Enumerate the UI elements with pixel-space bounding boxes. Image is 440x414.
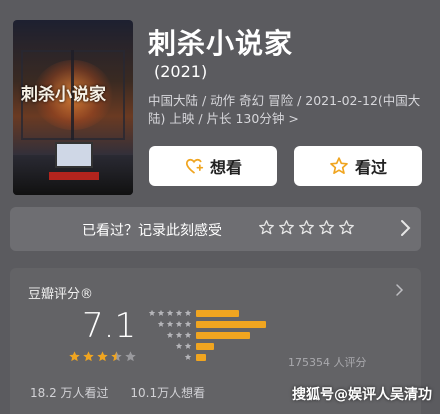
mini-star-icon [184, 342, 192, 349]
chevron-right-icon[interactable] [395, 283, 405, 297]
mini-star-icon [166, 331, 174, 338]
rating-footer: 18.2 万人看过 10.1万人想看 [30, 384, 223, 401]
distribution-bar [196, 354, 206, 361]
distribution-stars [165, 331, 192, 340]
rating-card-label: 豆瓣评分® [28, 287, 94, 302]
heart-plus-icon [185, 158, 204, 174]
watched-count[interactable]: 18.2 万人看过 [30, 386, 109, 400]
distribution-stars [174, 342, 192, 351]
distribution-row [142, 330, 342, 340]
star-outline-icon[interactable] [298, 219, 315, 236]
star-outline-icon[interactable] [258, 219, 275, 236]
distribution-row [142, 319, 342, 329]
mini-star-icon [184, 353, 192, 360]
poster-monitor [55, 142, 93, 168]
poster-red-tag [49, 172, 99, 180]
rate-prompt-label: 已看过？记录此刻感受 [82, 223, 222, 239]
distribution-stars [183, 353, 192, 362]
mini-star-icon [184, 309, 192, 316]
mini-star-icon [184, 331, 192, 338]
mini-star-icon [148, 309, 156, 316]
want-count[interactable]: 10.1万人想看 [130, 386, 205, 400]
poster-title: 刺杀小说家 [21, 85, 106, 105]
want-to-watch-button[interactable]: 想看 [149, 146, 277, 186]
star-filled-icon [69, 351, 80, 362]
movie-poster[interactable]: 刺杀小说家 [13, 20, 133, 195]
star-half-icon [111, 351, 122, 362]
rate-prompt-bar[interactable]: 已看过？记录此刻感受 [10, 207, 421, 251]
mini-star-icon [175, 331, 183, 338]
mini-star-icon [175, 320, 183, 327]
mini-star-icon [175, 309, 183, 316]
chevron-right-icon[interactable] [398, 218, 412, 238]
mini-star-icon [166, 320, 174, 327]
star-outline-icon[interactable] [318, 219, 335, 236]
watermark: 搜狐号@娱评人吴清功 [292, 387, 432, 403]
mini-star-icon [184, 320, 192, 327]
mini-star-icon [175, 342, 183, 349]
distribution-bar [196, 343, 214, 350]
star-outline-icon [330, 157, 348, 174]
distribution-stars [147, 309, 192, 318]
star-outline-icon[interactable] [338, 219, 355, 236]
distribution-bar [196, 310, 239, 317]
distribution-row [142, 308, 342, 318]
want-to-watch-label: 想看 [209, 158, 242, 177]
rate-stars[interactable] [258, 219, 355, 236]
watched-button[interactable]: 看过 [294, 146, 422, 186]
rating-score: 7.1 [82, 306, 137, 346]
movie-year: (2021) [154, 62, 208, 81]
distribution-row [142, 341, 342, 351]
movie-meta[interactable]: 中国大陆 / 动作 奇幻 冒险 / 2021-02-12(中国大陆) 上映 / … [148, 92, 430, 128]
movie-header: 刺杀小说家 刺杀小说家 (2021) 中国大陆 / 动作 奇幻 冒险 / 202… [0, 0, 440, 200]
mini-star-icon [157, 320, 165, 327]
rating-votes[interactable]: 175354 人评分 [288, 354, 367, 370]
distribution-bar [196, 332, 250, 339]
star-filled-icon [83, 351, 94, 362]
mini-star-icon [157, 309, 165, 316]
distribution-stars [156, 320, 192, 329]
mini-star-icon [166, 309, 174, 316]
star-empty-icon [125, 351, 136, 362]
movie-title: 刺杀小说家 [148, 27, 294, 60]
distribution-bar [196, 321, 266, 328]
watched-label: 看过 [354, 158, 387, 177]
star-outline-icon[interactable] [278, 219, 295, 236]
star-filled-icon [97, 351, 108, 362]
rating-stars [68, 350, 137, 363]
